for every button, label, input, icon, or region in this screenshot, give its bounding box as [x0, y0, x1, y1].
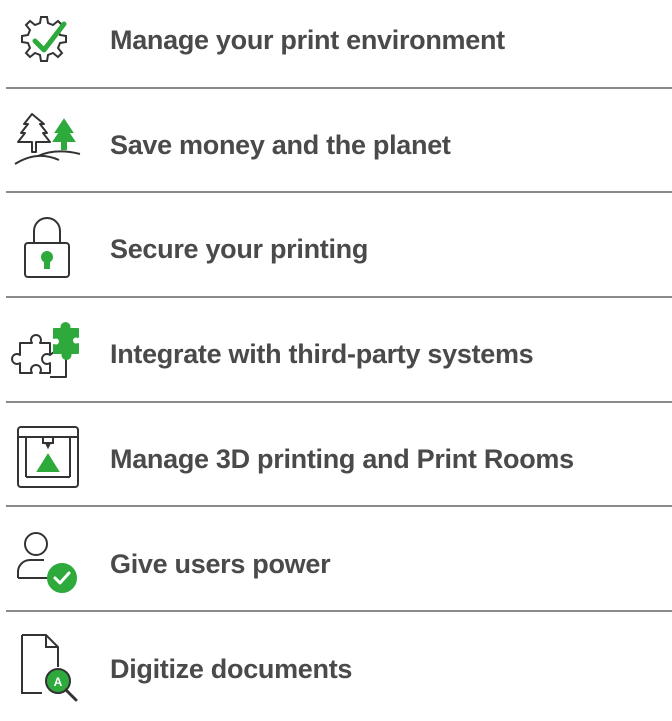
feature-label: Manage your print environment [110, 24, 505, 55]
feature-label: Secure your printing [110, 233, 369, 264]
feature-label: Integrate with third-party systems [110, 338, 534, 369]
feature-item-3d-printing[interactable]: Manage 3D printing and Print Rooms [0, 407, 672, 511]
puzzle-pieces-icon [10, 315, 84, 389]
trees-icon [10, 106, 84, 180]
divider [6, 296, 672, 298]
feature-list: Manage your print environment Save money… [0, 0, 672, 712]
divider [6, 87, 672, 89]
feature-label: Save money and the planet [110, 129, 451, 160]
divider [6, 505, 672, 507]
document-search-icon: A [10, 629, 84, 703]
feature-item-secure-printing[interactable]: Secure your printing [0, 197, 672, 301]
divider [6, 401, 672, 403]
user-check-icon [10, 524, 84, 598]
3d-printer-icon [10, 421, 84, 495]
feature-label: Manage 3D printing and Print Rooms [110, 443, 574, 474]
svg-text:A: A [54, 675, 63, 689]
feature-item-give-users-power[interactable]: Give users power [0, 512, 672, 616]
gear-check-icon [10, 3, 84, 77]
divider [6, 191, 672, 193]
feature-item-digitize-documents[interactable]: A Digitize documents [0, 617, 672, 721]
padlock-icon [10, 209, 84, 283]
feature-label: Give users power [110, 548, 331, 579]
feature-item-manage-print-environment[interactable]: Manage your print environment [0, 0, 672, 92]
feature-item-integrate[interactable]: Integrate with third-party systems [0, 302, 672, 406]
feature-item-save-money[interactable]: Save money and the planet [0, 93, 672, 197]
feature-label: Digitize documents [110, 653, 353, 684]
divider [6, 610, 672, 612]
